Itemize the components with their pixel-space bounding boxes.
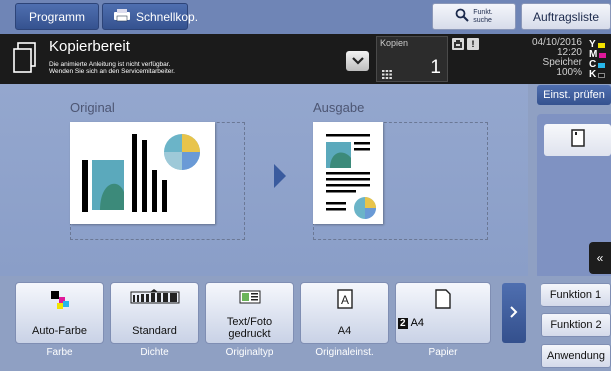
search-icon (455, 8, 469, 25)
tile-originaleinst-value: A4 (337, 325, 352, 337)
svg-text:A: A (340, 293, 348, 307)
job-status-icon[interactable] (452, 38, 464, 50)
warning-icon[interactable]: ! (467, 38, 479, 50)
datetime-memory: 04/10/2016 12:20 Speicher 100% (512, 38, 582, 78)
double-chevron-left-icon[interactable]: « (589, 242, 611, 274)
funktion-2-button[interactable]: Funktion 2 (541, 313, 611, 337)
arrow-right-icon (274, 164, 286, 188)
funktion-2-label: Funktion 2 (550, 319, 602, 331)
funkt-label-1: Funkt. (473, 8, 493, 16)
status-message-line-2: Wenden Sie sich an den Servicemitarbeite… (49, 68, 175, 75)
copies-field[interactable]: Kopien 1 (376, 36, 448, 82)
programm-button[interactable]: Programm (15, 3, 99, 30)
density-icon (111, 289, 198, 305)
anwendung-button[interactable]: Anwendung (541, 344, 611, 368)
message-expand-button[interactable] (346, 51, 369, 71)
tile-originaltyp[interactable]: Text/Foto gedruckt (205, 282, 294, 344)
tile-dichte-value: Standard (132, 325, 177, 337)
tile-originaleinst[interactable]: A A4 (300, 282, 389, 344)
original-type-icon (206, 290, 293, 304)
toner-levels: Y M C K (589, 40, 611, 80)
tile-papier[interactable]: 2 A4 (395, 282, 491, 344)
toner-black: K (589, 70, 611, 80)
status-icons: ! (452, 38, 479, 50)
tile-originaltyp-value: Text/Foto gedruckt (226, 316, 273, 340)
page-portrait-icon (570, 128, 585, 152)
paper-icon (396, 289, 490, 309)
funkt-label-2: suche (473, 16, 492, 24)
funktion-1-label: Funktion 1 (549, 289, 602, 301)
copy-mode-icon (13, 42, 37, 74)
auftragsliste-button[interactable]: Auftragsliste (521, 3, 611, 30)
color-icon (16, 289, 103, 311)
tile-dichte[interactable]: Standard (110, 282, 199, 344)
caption-dichte: Dichte (140, 347, 169, 358)
schnellkop-button[interactable]: Schnellkop. (102, 3, 198, 30)
funktion-1-button[interactable]: Funktion 1 (541, 283, 611, 307)
copies-label: Kopien (380, 38, 409, 48)
schnellkop-label: Schnellkop. (136, 9, 199, 24)
status-title: Kopierbereit (49, 38, 130, 55)
memory-value: 100% (556, 67, 582, 78)
status-bar: Kopierbereit Die animierte Anleitung ist… (0, 34, 611, 84)
keypad-icon (382, 66, 392, 79)
tray-number: 2 (398, 317, 408, 329)
caption-originaleinst: Originaleinst. (315, 347, 374, 358)
tile-farbe[interactable]: Auto-Farbe (15, 282, 104, 344)
paper-tray-info: 2 A4 (398, 317, 424, 329)
status-message-line-1: Die animierte Anleitung ist nicht verfüg… (49, 61, 171, 68)
tile-farbe-value: Auto-Farbe (31, 325, 88, 337)
caption-papier: Papier (428, 347, 458, 358)
caption-farbe: Farbe (46, 347, 73, 358)
original-setting-icon: A (301, 289, 388, 309)
orientation-button[interactable] (544, 124, 611, 156)
copies-count: 1 (430, 57, 441, 78)
anwendung-label: Anwendung (546, 350, 606, 362)
status-message: Die animierte Anleitung ist nicht verfüg… (49, 61, 175, 75)
chevron-down-icon (351, 52, 364, 70)
quick-copy-icon (113, 8, 131, 25)
more-functions-button[interactable] (502, 283, 526, 343)
output-preview-page (313, 122, 383, 224)
funktion-suche-button[interactable]: Funkt. suche (432, 3, 516, 30)
original-preview-page (70, 122, 215, 224)
original-label: Original (70, 100, 115, 115)
tile-papier-value: A4 (410, 317, 425, 329)
caption-originaltyp: Originaltyp (225, 347, 274, 358)
einst-pruefen-button[interactable]: Einst. prüfen (537, 85, 611, 105)
ausgabe-label: Ausgabe (313, 100, 365, 115)
chevron-right-icon (510, 305, 518, 321)
